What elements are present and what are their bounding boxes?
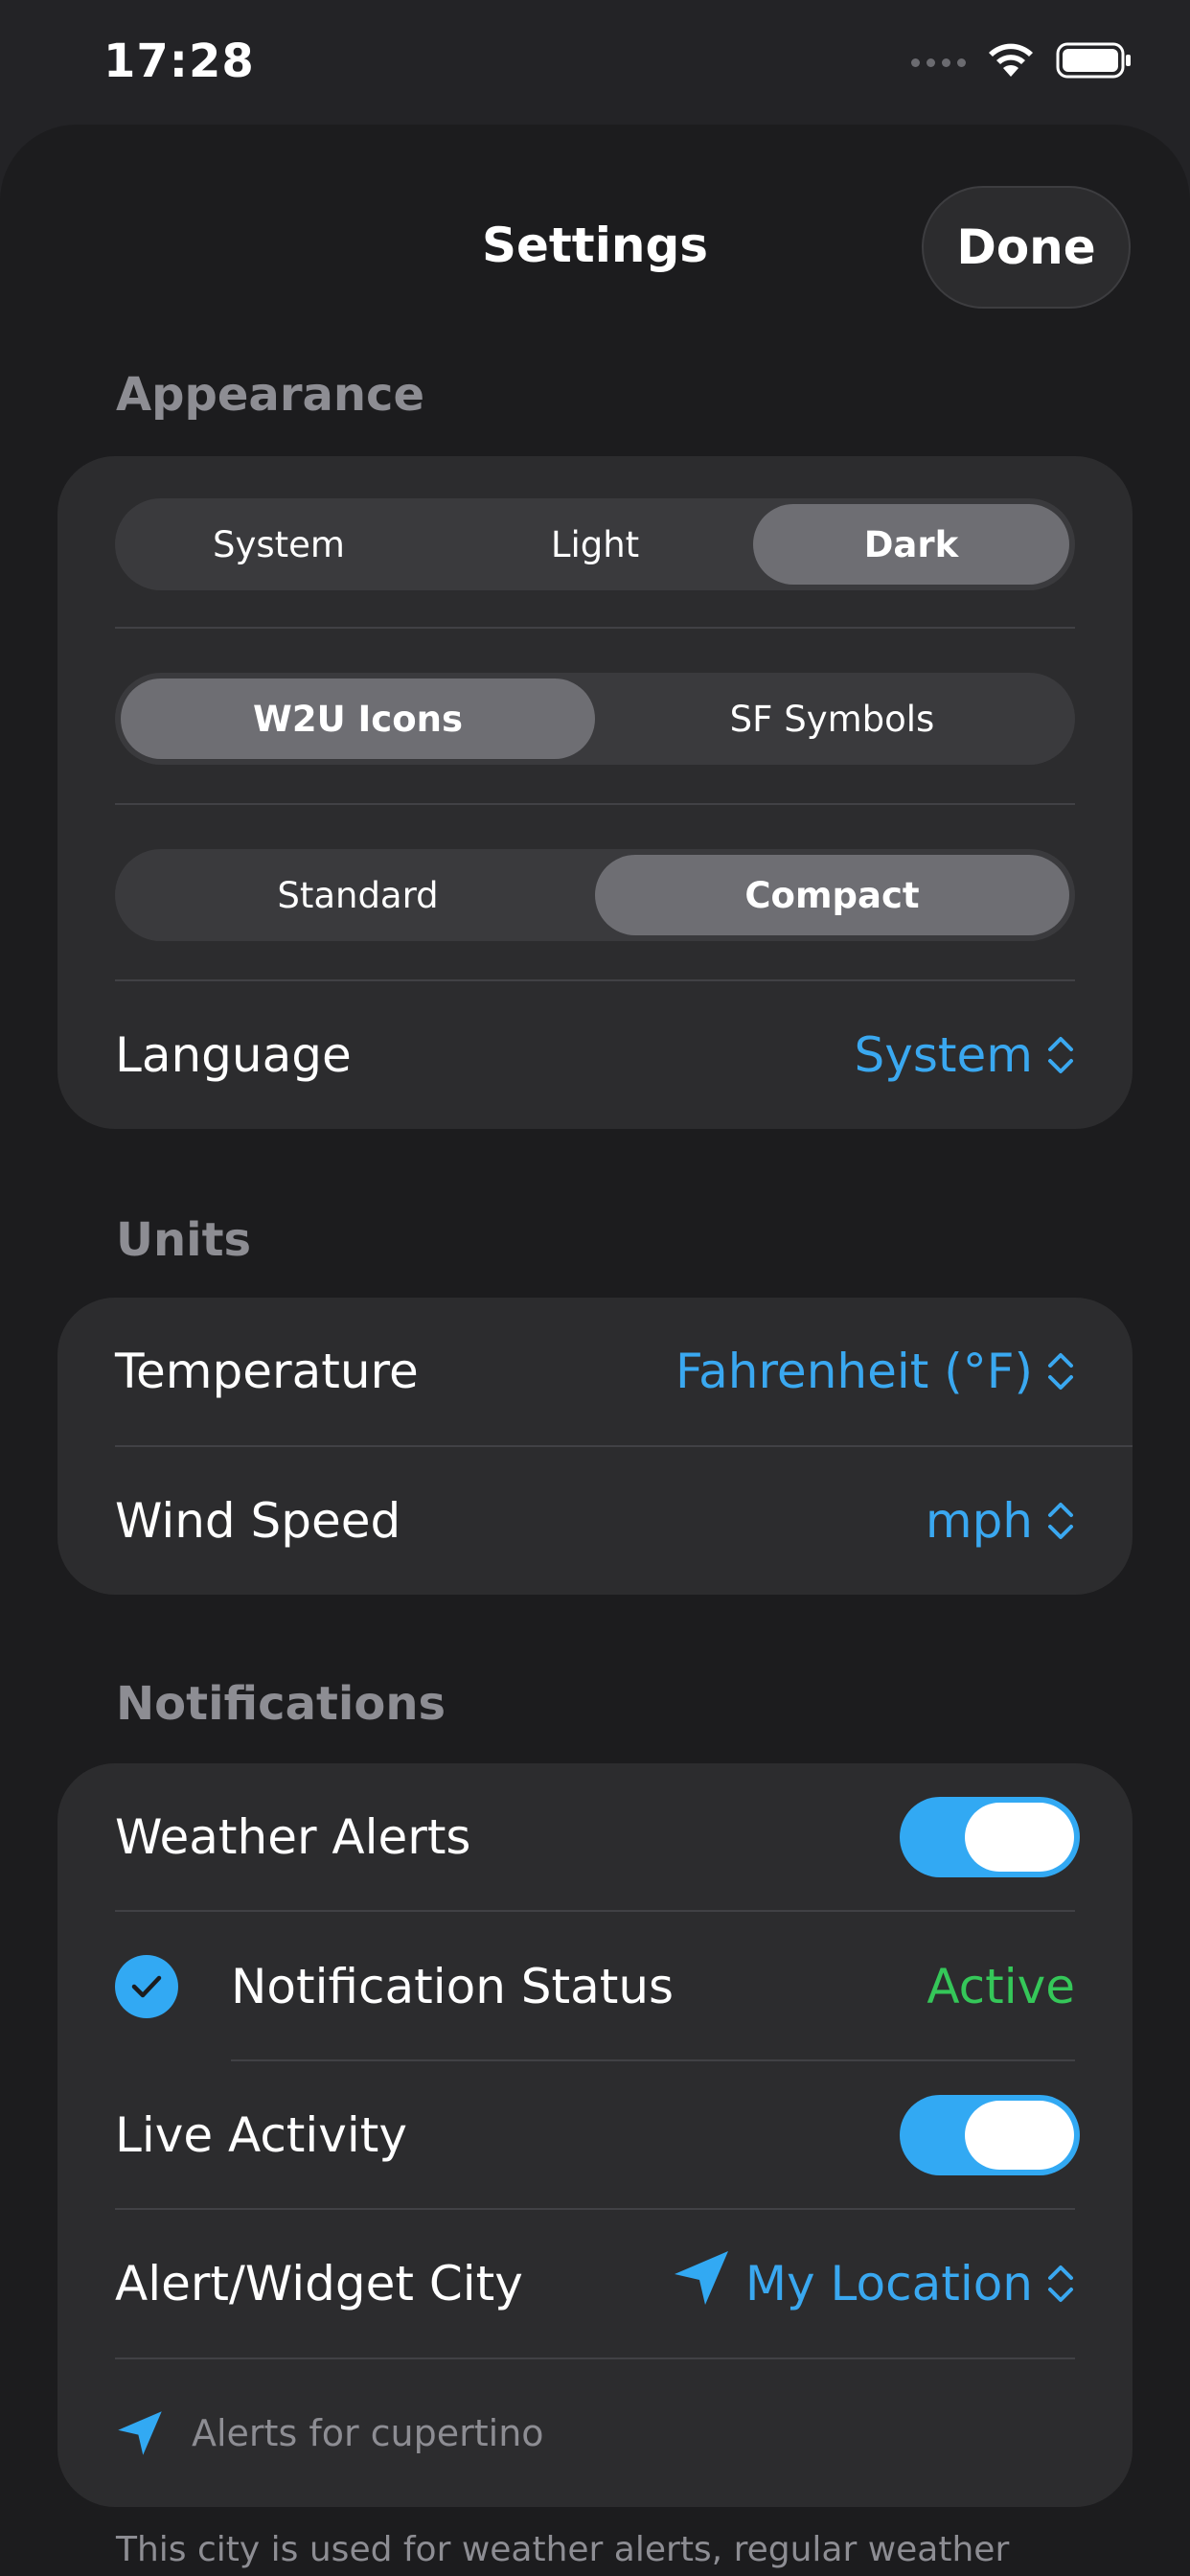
weather-alerts-row: Weather Alerts bbox=[57, 1763, 1133, 1911]
status-icons bbox=[911, 42, 1133, 82]
notification-status-label: Notification Status bbox=[231, 1959, 675, 2014]
icon-style-segmented-control: W2U Icons SF Symbols bbox=[115, 673, 1075, 765]
live-activity-label: Live Activity bbox=[115, 2107, 407, 2163]
footer-note: This city is used for weather alerts, re… bbox=[116, 2530, 1010, 2569]
language-row[interactable]: Language System bbox=[57, 981, 1133, 1129]
temperature-value: Fahrenheit (°F) bbox=[675, 1344, 1033, 1399]
language-picker[interactable]: System bbox=[855, 1027, 1075, 1083]
wifi-icon bbox=[987, 42, 1035, 82]
battery-icon bbox=[1056, 42, 1133, 82]
temperature-picker[interactable]: Fahrenheit (°F) bbox=[675, 1344, 1075, 1399]
wind-speed-picker[interactable]: mph bbox=[926, 1493, 1075, 1549]
chevron-up-down-icon bbox=[1046, 2262, 1075, 2306]
alert-city-label: Alert/Widget City bbox=[115, 2256, 523, 2312]
language-label: Language bbox=[115, 1027, 352, 1083]
alerts-for-text: Alerts for cupertino bbox=[192, 2412, 544, 2454]
screen: 17:28 Settings Done Appearance System Li… bbox=[0, 0, 1190, 2576]
theme-segmented-control: System Light Dark bbox=[115, 498, 1075, 590]
icon-option-w2u[interactable]: W2U Icons bbox=[121, 678, 595, 759]
wind-speed-row[interactable]: Wind Speed mph bbox=[57, 1447, 1133, 1595]
icon-option-sf-symbols[interactable]: SF Symbols bbox=[595, 678, 1069, 759]
temperature-row[interactable]: Temperature Fahrenheit (°F) bbox=[57, 1298, 1133, 1445]
notification-status-value: Active bbox=[927, 1959, 1075, 2014]
chevron-up-down-icon bbox=[1046, 1499, 1075, 1543]
language-value: System bbox=[854, 1027, 1033, 1083]
layout-option-compact[interactable]: Compact bbox=[595, 855, 1069, 935]
theme-option-light[interactable]: Light bbox=[437, 504, 753, 585]
checkmark-icon bbox=[115, 1955, 178, 2018]
live-activity-row: Live Activity bbox=[57, 2061, 1133, 2209]
units-section-title: Units bbox=[116, 1213, 252, 1267]
layout-option-standard[interactable]: Standard bbox=[121, 855, 595, 935]
alert-city-picker[interactable]: My Location bbox=[671, 2247, 1075, 2320]
notification-status-row[interactable]: Notification Status Active bbox=[57, 1912, 1133, 2061]
weather-alerts-label: Weather Alerts bbox=[115, 1809, 471, 1865]
alert-city-value: My Location bbox=[744, 2256, 1033, 2312]
done-button[interactable]: Done bbox=[922, 186, 1131, 309]
notifications-card: Weather Alerts Notification Status Activ… bbox=[57, 1763, 1133, 2507]
appearance-card: System Light Dark W2U Icons SF Symbols S… bbox=[57, 456, 1133, 1129]
chevron-up-down-icon bbox=[1046, 1033, 1075, 1077]
theme-option-dark[interactable]: Dark bbox=[753, 504, 1069, 585]
status-bar: 17:28 bbox=[0, 0, 1190, 125]
live-activity-toggle[interactable] bbox=[900, 2095, 1080, 2175]
cellular-signal-icon bbox=[911, 58, 966, 67]
status-time: 17:28 bbox=[103, 34, 255, 88]
notifications-section-title: Notifications bbox=[116, 1677, 446, 1731]
layout-segmented-control: Standard Compact bbox=[115, 849, 1075, 941]
divider bbox=[115, 627, 1075, 629]
location-arrow-icon bbox=[115, 2408, 165, 2462]
theme-option-system[interactable]: System bbox=[121, 504, 437, 585]
weather-alerts-toggle[interactable] bbox=[900, 1797, 1080, 1877]
alerts-for-row: Alerts for cupertino bbox=[57, 2359, 1133, 2507]
wind-speed-value: mph bbox=[925, 1493, 1033, 1549]
temperature-label: Temperature bbox=[115, 1344, 419, 1399]
location-arrow-icon bbox=[671, 2247, 732, 2320]
chevron-up-down-icon bbox=[1046, 1349, 1075, 1393]
wind-speed-label: Wind Speed bbox=[115, 1493, 401, 1549]
alert-city-row[interactable]: Alert/Widget City My Location bbox=[57, 2210, 1133, 2358]
appearance-section-title: Appearance bbox=[116, 368, 425, 422]
divider bbox=[115, 803, 1075, 805]
units-card: Temperature Fahrenheit (°F) Wind Speed m… bbox=[57, 1298, 1133, 1595]
